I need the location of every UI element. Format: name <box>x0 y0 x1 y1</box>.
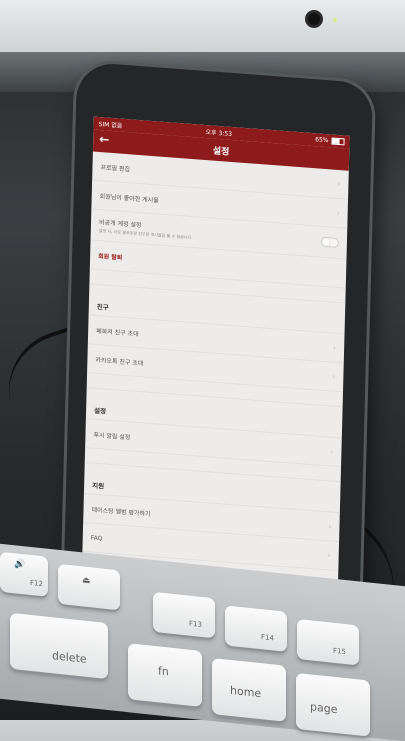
chevron-right-icon: › <box>328 521 332 532</box>
menu-item-label: 회원님이 좋아한 게시물 <box>99 192 159 204</box>
key-f15[interactable]: F15 <box>297 618 359 666</box>
key-f13[interactable]: F13 <box>153 591 215 639</box>
chevron-right-icon: › <box>330 446 334 457</box>
eject-icon: ⏏ <box>82 575 91 587</box>
webcam-led <box>333 18 337 22</box>
speaker-icon: 🔊 <box>14 559 26 571</box>
menu-item-label: 카카오톡 친구 초대 <box>95 356 144 367</box>
key-delete[interactable]: delete <box>10 612 108 680</box>
menu-item-label: 페북져 친구 초대 <box>96 327 139 338</box>
key-eject[interactable]: ⏏ <box>58 563 120 611</box>
chevron-right-icon: › <box>327 550 331 561</box>
key-label: F13 <box>189 619 202 629</box>
menu-item-label: 회원 탈퇴 <box>98 252 123 262</box>
menu-item-label: 푸시 알림 설정 <box>93 431 131 441</box>
status-right: 65% <box>315 136 345 146</box>
menu-item-description: 설정 시, 사로 팔로우한 친구만 게시물을 볼 수 있습니다 <box>98 227 192 240</box>
webcam <box>308 13 320 25</box>
key-home[interactable]: home <box>212 657 286 722</box>
menu-item-label: 비공개 계정 설정 <box>98 218 142 229</box>
key-fn[interactable]: fn <box>128 643 202 707</box>
menu-item-label: 프로필 편집 <box>100 163 131 173</box>
key-label: home <box>230 683 262 701</box>
settings-menu: 프로필 편집 › 회원님이 좋아한 게시물 › 비공개 계정 설정 설정 시, … <box>82 151 349 572</box>
key-page[interactable]: page <box>296 672 370 737</box>
key-label: F12 <box>30 578 43 589</box>
battery-percent: 65% <box>315 136 329 145</box>
menu-item-label: FAQ <box>90 534 103 542</box>
key-label: F14 <box>261 633 274 643</box>
chevron-right-icon: › <box>336 208 340 218</box>
monitor-bezel <box>0 0 405 52</box>
key-label: page <box>310 700 338 717</box>
key-f12[interactable]: 🔊 F12 <box>0 551 48 597</box>
key-f14[interactable]: F14 <box>225 605 287 652</box>
arrow-left-icon: ← <box>99 132 110 147</box>
time-text: 오후 3:53 <box>205 128 233 138</box>
chevron-right-icon: › <box>332 372 336 382</box>
chevron-right-icon: › <box>337 179 341 189</box>
phone: SIM 없음 오후 3:53 65% ← 설정 프로필 편집 › 회원님이 좋아… <box>62 61 374 631</box>
private-account-toggle[interactable] <box>320 236 340 249</box>
battery-icon <box>331 137 345 146</box>
chevron-right-icon: › <box>332 343 337 353</box>
key-label: delete <box>52 649 87 666</box>
carrier-text: SIM 없음 <box>98 120 123 130</box>
key-label: fn <box>158 664 169 679</box>
back-button[interactable]: ← <box>99 132 109 147</box>
key-label: F15 <box>333 646 346 657</box>
phone-screen: SIM 없음 오후 3:53 65% ← 설정 프로필 편집 › 회원님이 좋아… <box>81 116 350 604</box>
menu-item-label: 테이스팅 앨범 평가하기 <box>91 506 151 518</box>
